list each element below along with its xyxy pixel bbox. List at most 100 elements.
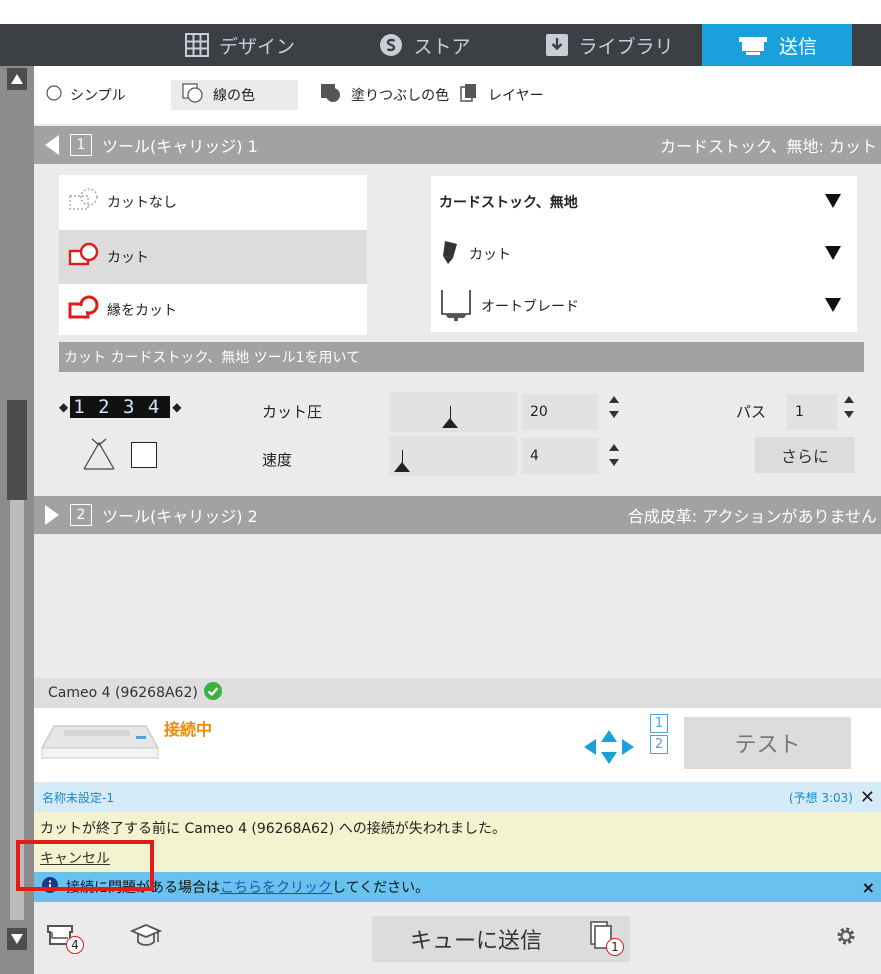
machine-name: Cameo 4 (96268A62)	[48, 685, 198, 701]
arrow-right-icon: ◆	[172, 400, 182, 414]
speed-spinner[interactable]	[609, 442, 619, 468]
more-settings-button[interactable]: さらに	[755, 437, 855, 473]
force-slider[interactable]	[389, 392, 517, 432]
tab-store-label: ストア	[413, 35, 471, 58]
cancel-link[interactable]: キャンセル	[40, 848, 110, 868]
queue-count-badge: 1	[606, 938, 624, 956]
job-close-button[interactable]: ✕	[860, 787, 875, 808]
action-edge-cut[interactable]: 縁をカット	[59, 283, 367, 337]
collapse-arrow-icon	[34, 135, 70, 155]
blade-dropdown[interactable]: オートブレード	[431, 280, 857, 332]
speed-label: 速度	[262, 451, 293, 469]
bottom-toolbar: 4 キューに送信 1	[34, 902, 881, 974]
passes-value: 1	[795, 404, 804, 420]
help-link[interactable]: こちらをクリック	[220, 880, 332, 896]
edge-cut-icon	[67, 293, 103, 327]
tab-line-color[interactable]: 線の色	[171, 80, 298, 110]
move-arrows-icon[interactable]	[582, 728, 636, 770]
tool2-number: 2	[70, 504, 92, 526]
notice-text-before: 接続に問題がある場合は	[66, 880, 220, 896]
send-to-queue-button[interactable]: キューに送信	[372, 916, 580, 962]
blade-cap-icon	[82, 437, 116, 475]
action-edge-cut-label: 縁をカット	[107, 303, 177, 319]
no-cut-icon	[67, 185, 103, 219]
tab-send-label: 送信	[778, 35, 817, 58]
action-dropdown[interactable]: カット	[431, 228, 857, 280]
carriage-selector[interactable]: 1 2	[650, 714, 670, 756]
passes-label: パス	[736, 403, 767, 421]
cut-action-list: カットなし カット 縁をカット	[59, 175, 367, 335]
machines-button[interactable]: 4	[44, 922, 88, 962]
tool2-title: ツール(キャリッジ) 2	[102, 507, 258, 526]
info-icon	[42, 877, 58, 897]
line-color-icon	[181, 82, 205, 108]
job-row: 名称未設定-1 (予想 3:03) ✕	[34, 782, 881, 812]
notice-text-after: してください。	[332, 880, 430, 896]
cutter-icon	[737, 34, 769, 56]
tab-layer-label: レイヤー	[488, 88, 544, 104]
tool2-header[interactable]: 2 ツール(キャリッジ) 2 合成皮革: アクションがありません	[34, 496, 881, 534]
blade-depth-digits: 1 2 3 4 5	[70, 396, 171, 418]
job-estimate: (予想 3:03)	[788, 790, 853, 805]
tab-design[interactable]: デザイン	[165, 24, 315, 66]
cut-icon	[67, 240, 103, 274]
scroll-up-button[interactable]	[7, 68, 27, 90]
tool2-summary: 合成皮革: アクションがありません	[627, 507, 877, 526]
action-no-cut[interactable]: カットなし	[59, 175, 367, 229]
machine-header[interactable]: Cameo 4 (96268A62)	[34, 678, 881, 708]
help-notice: 接続に問題がある場合はこちらをクリックしてください。 ×	[34, 872, 881, 902]
material-dropdown[interactable]: カードストック、無地	[431, 176, 857, 228]
dropdown-arrow-icon	[825, 246, 841, 260]
speed-value-field[interactable]: 4	[522, 438, 598, 474]
tool1-number: 1	[70, 134, 92, 156]
tab-simple-label: シンプル	[70, 88, 126, 104]
scrollbar-track-lower	[10, 500, 24, 920]
passes-spinner[interactable]	[844, 394, 854, 420]
tab-simple[interactable]: シンプル	[46, 80, 126, 110]
tool1-header[interactable]: 1 ツール(キャリッジ) 1 カードストック、無地: カット	[34, 126, 881, 164]
action-cut[interactable]: カット	[59, 230, 367, 284]
top-tab-bar: デザイン ストア ライブラリ 送信	[0, 24, 881, 66]
tool1-title: ツール(キャリッジ) 1	[102, 137, 258, 156]
speed-slider-thumb[interactable]	[394, 462, 410, 472]
force-spinner[interactable]	[609, 394, 619, 420]
material-value: カードストック、無地	[439, 195, 578, 211]
tab-library[interactable]: ライブラリ	[530, 24, 690, 66]
expand-arrow-icon	[34, 505, 70, 525]
tab-store[interactable]: ストア	[360, 24, 490, 66]
tutorial-button[interactable]	[129, 922, 163, 954]
machine-count-badge: 4	[66, 936, 84, 954]
tab-send[interactable]: 送信	[702, 24, 852, 66]
cut-settings-info: カット カードストック、無地 ツール1を用いて	[59, 342, 864, 372]
force-slider-thumb[interactable]	[442, 418, 458, 428]
force-label: カット圧	[262, 403, 323, 421]
store-s-icon	[379, 33, 403, 57]
passes-value-field[interactable]: 1	[787, 394, 837, 430]
carriage-1[interactable]: 1	[650, 714, 668, 733]
scrollbar-thumb[interactable]	[7, 400, 27, 500]
tab-fill-color-label: 塗りつぶしの色	[351, 88, 450, 104]
force-value: 20	[530, 404, 548, 420]
tab-fill-color[interactable]: 塗りつぶしの色	[319, 80, 449, 110]
tab-line-color-label: 線の色	[213, 88, 255, 104]
queue-button[interactable]: 1	[580, 916, 630, 962]
scroll-down-button[interactable]	[7, 928, 27, 950]
blade-color-swatch[interactable]	[131, 442, 157, 468]
tab-layer[interactable]: レイヤー	[458, 80, 544, 110]
settings-button[interactable]	[834, 924, 858, 952]
radio-icon	[46, 85, 62, 105]
force-value-field[interactable]: 20	[522, 394, 598, 430]
notice-close-button[interactable]: ×	[862, 878, 875, 897]
arrow-up-icon	[11, 74, 23, 84]
test-button[interactable]: テスト	[684, 717, 851, 769]
fill-color-icon	[319, 82, 343, 108]
layer-icon	[458, 82, 480, 108]
machine-row: 接続中 1 2 テスト	[34, 708, 881, 782]
connection-status: 接続中	[164, 720, 213, 739]
send-mode-tabs: シンプル 線の色 塗りつぶしの色 レイヤー	[34, 66, 881, 124]
blade-depth-selector[interactable]: ◆ 1 2 3 4 5 ◆	[59, 393, 183, 421]
speed-slider[interactable]	[389, 436, 517, 476]
carriage-2[interactable]: 2	[650, 735, 668, 754]
blade-value: オートブレード	[481, 299, 579, 315]
dropdown-arrow-icon	[825, 194, 841, 208]
